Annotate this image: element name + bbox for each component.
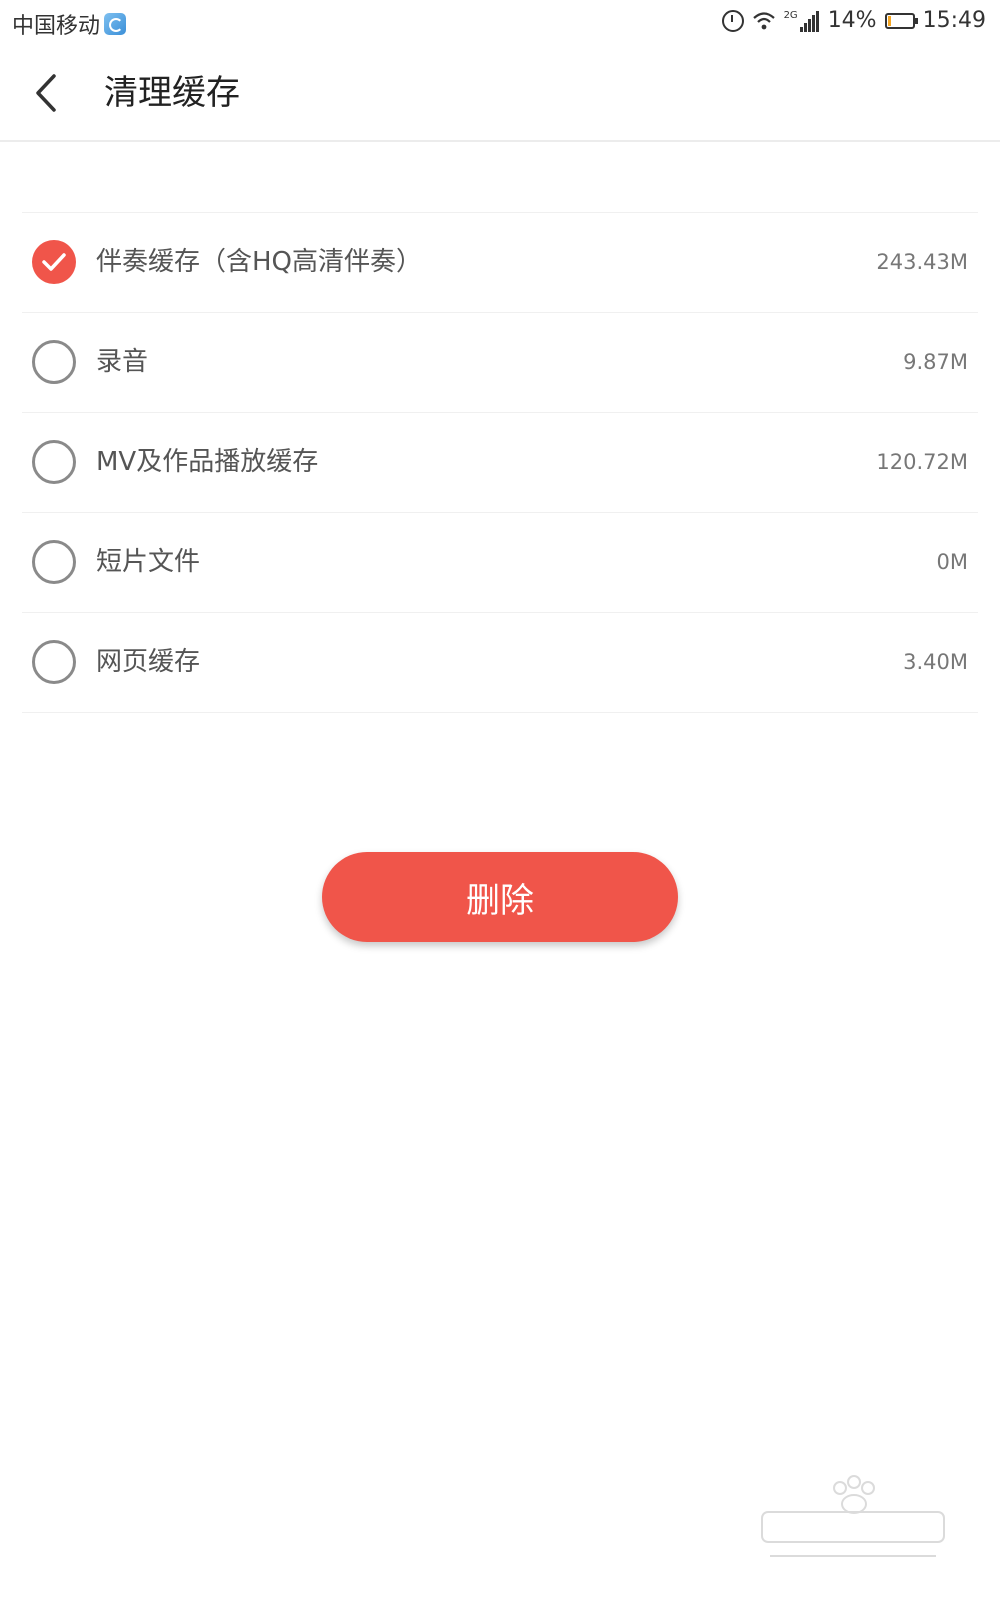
checkbox-recording[interactable] <box>32 340 76 384</box>
battery-level <box>887 15 891 26</box>
check-icon <box>42 253 66 271</box>
chevron-left-icon <box>36 74 56 112</box>
watermark-logo <box>761 1475 945 1557</box>
cache-item-recording[interactable]: 录音 9.87M <box>22 313 978 413</box>
item-size: 243.43M <box>876 250 968 274</box>
checkbox-mv-playback[interactable] <box>32 440 76 484</box>
item-label: 短片文件 <box>96 547 201 577</box>
battery-icon <box>884 12 918 29</box>
item-size: 3.40M <box>903 650 968 674</box>
item-label: MV及作品播放缓存 <box>96 447 319 477</box>
back-button[interactable] <box>24 68 74 118</box>
wifi-icon <box>752 11 775 29</box>
checkbox-accompaniment[interactable] <box>32 240 76 284</box>
cache-item-accompaniment[interactable]: 伴奏缓存（含HQ高清伴奏） 243.43M <box>22 213 978 313</box>
carrier-name: 中国移动 <box>12 14 101 39</box>
network-type: 2G <box>783 9 798 21</box>
item-label: 网页缓存 <box>96 647 201 677</box>
item-label: 伴奏缓存（含HQ高清伴奏） <box>96 247 423 277</box>
cache-item-mv-playback[interactable]: MV及作品播放缓存 120.72M <box>22 413 978 513</box>
cache-item-short-clips[interactable]: 短片文件 0M <box>22 513 978 613</box>
item-label: 录音 <box>96 347 149 377</box>
item-size: 9.87M <box>903 350 968 374</box>
carrier: 中国移动 <box>12 8 127 40</box>
item-size: 0M <box>936 550 968 574</box>
cache-list: 伴奏缓存（含HQ高清伴奏） 243.43M 录音 9.87M MV及作品播放缓存… <box>22 212 978 713</box>
page-title: 清理缓存 <box>104 73 240 113</box>
item-size: 120.72M <box>876 450 968 474</box>
status-indicators: 2G 14% 15:49 <box>714 8 986 33</box>
carrier-app-icon <box>104 13 127 35</box>
checkbox-web-page[interactable] <box>32 640 76 684</box>
battery-percent: 14% <box>827 8 877 33</box>
signal-icon: 2G <box>784 10 820 32</box>
cache-item-web-page[interactable]: 网页缓存 3.40M <box>22 613 978 713</box>
app-header: 清理缓存 <box>0 46 1000 142</box>
checkbox-short-clips[interactable] <box>32 540 76 584</box>
clock: 15:49 <box>922 8 986 33</box>
alarm-icon <box>721 9 744 32</box>
delete-button[interactable]: 删除 <box>322 852 678 942</box>
status-bar: 中国移动 2G 14% 15:49 <box>0 0 1000 46</box>
